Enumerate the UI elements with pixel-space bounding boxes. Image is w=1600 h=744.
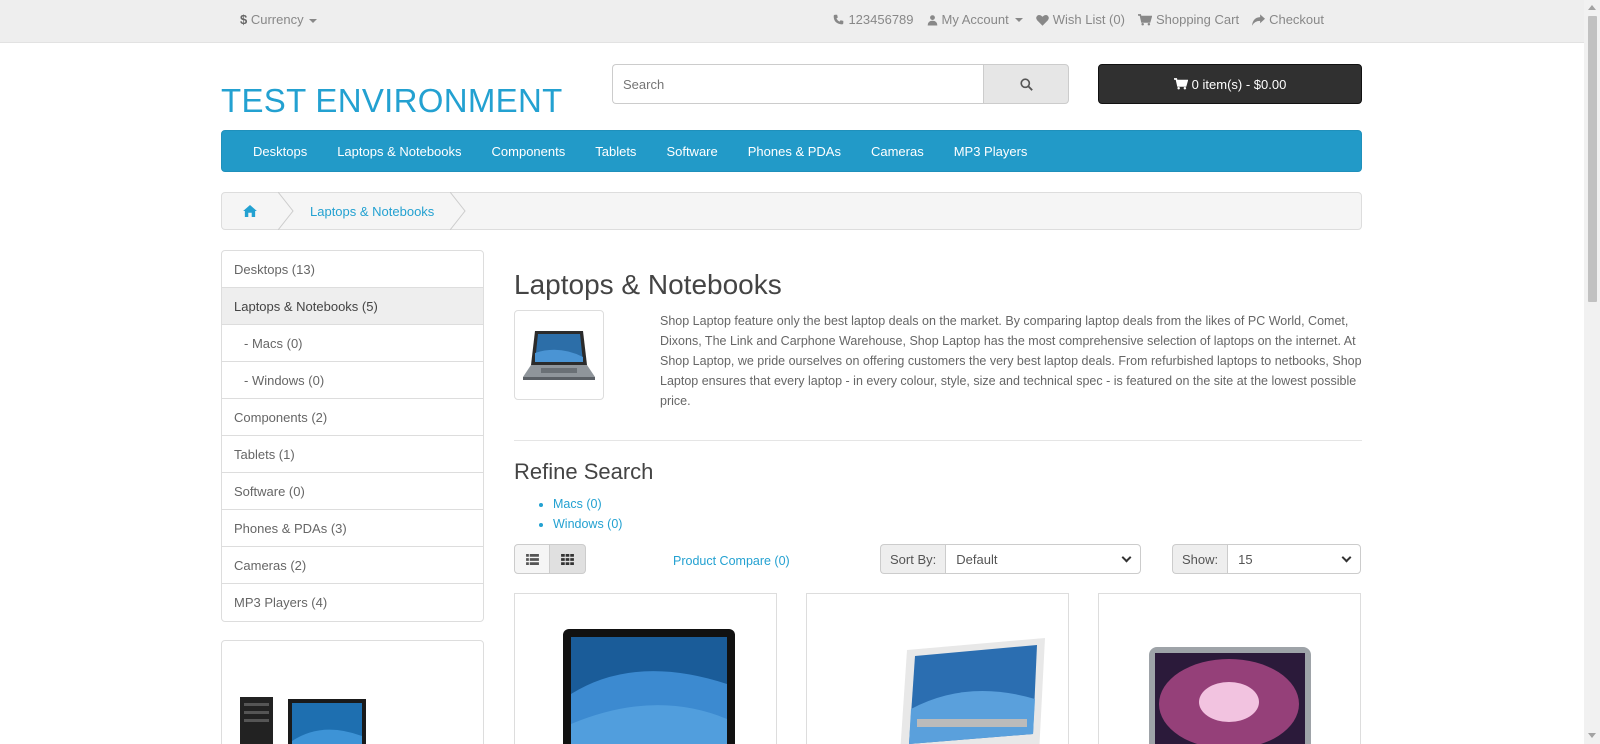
sidebar-item-desktops[interactable]: Desktops (13) bbox=[222, 251, 483, 288]
product-image bbox=[900, 638, 1045, 744]
sidebar-banner[interactable] bbox=[221, 640, 484, 744]
shopping-cart-label: Shopping Cart bbox=[1155, 12, 1240, 27]
share-icon bbox=[1252, 13, 1266, 26]
home-icon bbox=[243, 205, 257, 217]
caret-down-icon bbox=[1014, 17, 1023, 22]
sidebar-item-components[interactable]: Components (2) bbox=[222, 399, 483, 436]
user-icon bbox=[927, 14, 937, 25]
category-description: Shop Laptop feature only the best laptop… bbox=[660, 314, 1362, 408]
sidebar-item-software[interactable]: Software (0) bbox=[222, 473, 483, 510]
shopping-cart-icon bbox=[1137, 13, 1152, 26]
sort-by-label: Sort By: bbox=[880, 544, 946, 574]
breadcrumb-separator bbox=[278, 192, 294, 230]
page-title: Laptops & Notebooks bbox=[514, 269, 782, 300]
search-button[interactable] bbox=[983, 64, 1069, 104]
currency-symbol: $ bbox=[240, 12, 248, 27]
scroll-up-icon[interactable] bbox=[1588, 5, 1596, 10]
shopping-cart-link[interactable]: Shopping Cart bbox=[1137, 12, 1240, 27]
menu-item-desktops[interactable]: Desktops bbox=[253, 144, 307, 159]
cart-button[interactable]: 0 item(s) - $0.00 bbox=[1098, 64, 1362, 104]
laptop-image bbox=[523, 331, 595, 380]
menu-item-mp3-players[interactable]: MP3 Players bbox=[954, 144, 1028, 159]
checkout-link[interactable]: Checkout bbox=[1252, 12, 1324, 27]
sidebar-item-windows[interactable]: - Windows (0) bbox=[222, 362, 483, 399]
site-logo[interactable]: TEST ENVIRONMENT bbox=[221, 82, 563, 120]
caret-down-icon bbox=[309, 18, 318, 23]
sort-by-value: Default bbox=[956, 551, 998, 567]
refine-search-title: Refine Search bbox=[514, 459, 654, 484]
search-bar bbox=[612, 64, 1069, 104]
main-menu: Desktops Laptops & Notebooks Components … bbox=[221, 130, 1362, 172]
wishlist-label: Wish List (0) bbox=[1052, 12, 1125, 27]
search-input[interactable] bbox=[612, 64, 983, 104]
show-label: Show: bbox=[1172, 544, 1228, 574]
currency-label: Currency bbox=[250, 12, 304, 27]
product-image bbox=[1149, 647, 1311, 744]
product-card[interactable] bbox=[1098, 593, 1361, 744]
product-card[interactable] bbox=[514, 593, 777, 744]
banner-image bbox=[240, 697, 366, 744]
show-limit-value: 15 bbox=[1238, 551, 1253, 567]
phone-link[interactable]: 123456789 bbox=[833, 12, 914, 27]
chevron-down-icon bbox=[1341, 552, 1352, 562]
phone-icon bbox=[834, 14, 844, 25]
product-image bbox=[563, 629, 735, 744]
list-view-button[interactable] bbox=[514, 544, 550, 574]
page-scrollbar[interactable] bbox=[1584, 0, 1600, 744]
sidebar-item-laptops-notebooks[interactable]: Laptops & Notebooks (5) bbox=[222, 288, 483, 325]
category-thumbnail bbox=[514, 310, 604, 400]
refine-search-list: Macs (0) Windows (0) bbox=[553, 494, 622, 534]
sidebar-item-phones-pdas[interactable]: Phones & PDAs (3) bbox=[222, 510, 483, 547]
menu-item-components[interactable]: Components bbox=[492, 144, 566, 159]
grid-view-button[interactable] bbox=[550, 544, 586, 574]
phone-number: 123456789 bbox=[848, 12, 914, 27]
top-links: 123456789 My Account Wish List (0) Shopp… bbox=[833, 12, 1324, 27]
sidebar-item-tablets[interactable]: Tablets (1) bbox=[222, 436, 483, 473]
shopping-cart-icon bbox=[1173, 78, 1188, 90]
sort-by-select[interactable]: Default bbox=[945, 544, 1142, 574]
list-icon bbox=[525, 553, 539, 565]
heart-icon bbox=[1035, 14, 1049, 26]
breadcrumb-separator bbox=[450, 192, 466, 230]
cart-total: 0 item(s) - $0.00 bbox=[1191, 76, 1287, 92]
refine-link-windows-label[interactable]: Windows (0) bbox=[553, 517, 622, 531]
top-bar: $ Currency 123456789 My Account Wish Lis… bbox=[0, 0, 1584, 43]
category-sidebar: Desktops (13) Laptops & Notebooks (5) - … bbox=[221, 250, 484, 622]
checkout-label: Checkout bbox=[1269, 12, 1324, 27]
product-card[interactable] bbox=[806, 593, 1069, 744]
menu-item-cameras[interactable]: Cameras bbox=[871, 144, 924, 159]
breadcrumb-laptops-notebooks[interactable]: Laptops & Notebooks bbox=[294, 204, 450, 219]
chevron-down-icon bbox=[1121, 552, 1132, 562]
refine-link-macs-label[interactable]: Macs (0) bbox=[553, 497, 602, 511]
divider bbox=[514, 440, 1362, 441]
sidebar-item-cameras[interactable]: Cameras (2) bbox=[222, 547, 483, 584]
menu-item-software[interactable]: Software bbox=[666, 144, 717, 159]
breadcrumb-home[interactable] bbox=[222, 193, 278, 229]
sort-by-control: Sort By: Default bbox=[880, 544, 1142, 574]
show-limit-control: Show: 15 bbox=[1172, 544, 1362, 574]
refine-link-macs[interactable]: Macs (0) bbox=[553, 494, 622, 514]
menu-item-tablets[interactable]: Tablets bbox=[595, 144, 636, 159]
sidebar-item-macs[interactable]: - Macs (0) bbox=[222, 325, 483, 362]
refine-link-windows[interactable]: Windows (0) bbox=[553, 514, 622, 534]
breadcrumb: Laptops & Notebooks bbox=[221, 192, 1362, 230]
search-icon bbox=[1019, 77, 1033, 91]
view-toggle bbox=[514, 544, 586, 574]
grid-icon bbox=[561, 553, 574, 565]
my-account-dropdown[interactable]: My Account bbox=[927, 12, 1023, 27]
currency-dropdown[interactable]: $ Currency bbox=[240, 12, 318, 27]
sidebar-item-mp3-players[interactable]: MP3 Players (4) bbox=[222, 584, 483, 621]
show-limit-select[interactable]: 15 bbox=[1227, 544, 1362, 574]
my-account-label: My Account bbox=[941, 12, 1009, 27]
scroll-down-icon[interactable] bbox=[1588, 733, 1596, 738]
wishlist-link[interactable]: Wish List (0) bbox=[1035, 12, 1125, 27]
menu-item-laptops-notebooks[interactable]: Laptops & Notebooks bbox=[337, 144, 461, 159]
scroll-thumb[interactable] bbox=[1588, 16, 1597, 302]
menu-item-phones-pdas[interactable]: Phones & PDAs bbox=[748, 144, 841, 159]
product-compare-link[interactable]: Product Compare (0) bbox=[673, 554, 790, 568]
